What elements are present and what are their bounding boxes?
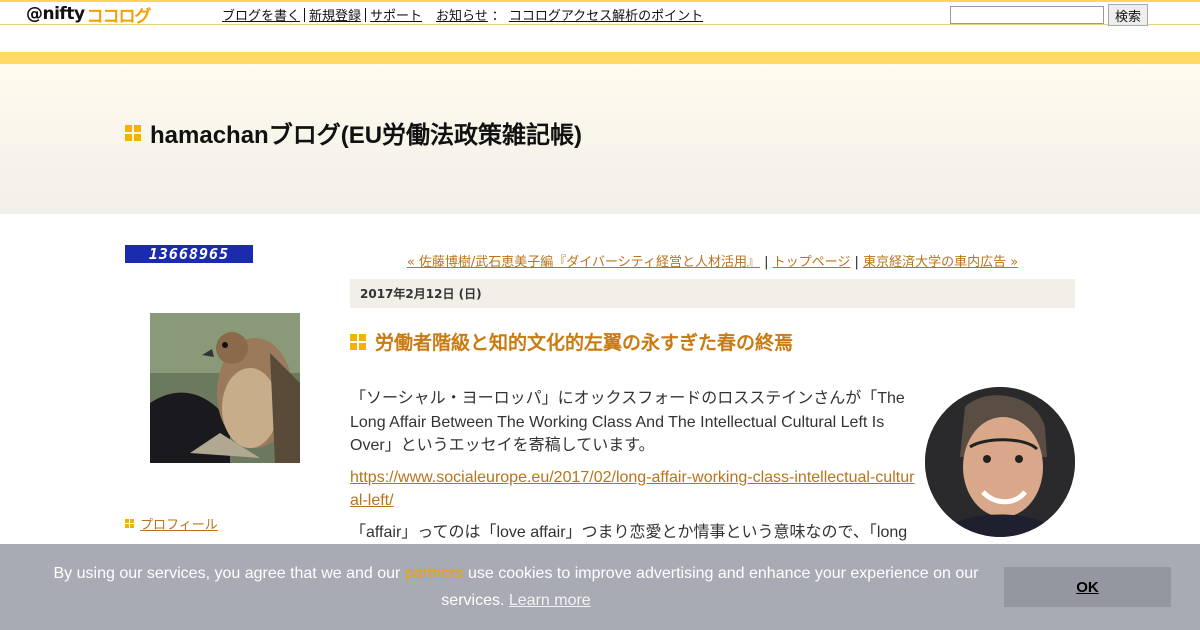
register-link[interactable]: 新規登録 — [309, 5, 361, 24]
header-stripe — [0, 52, 1200, 64]
cookie-text-before: By using our services, you agree that we… — [53, 565, 405, 582]
profile-hawk-image — [150, 313, 300, 463]
entry-body: 「ソーシャル・ヨーロッパ」にオックスフォードのロスステインさんが「The Lon… — [350, 387, 920, 552]
cookie-ok-button[interactable]: OK — [1004, 567, 1171, 607]
logo-cocolog-text: ココログ — [86, 6, 152, 27]
next-entry-link[interactable]: 東京経済大学の車内広告 » — [863, 255, 1018, 270]
cocolog-logo[interactable]: @nifty ココログ — [26, 3, 152, 27]
pager-separator: | — [850, 255, 864, 270]
entry-date: 2017年2月12日 (日) — [350, 279, 1075, 308]
cookie-consent-banner: By using our services, you agree that we… — [0, 544, 1200, 630]
entry-paragraph: 「affair」ってのは「love affair」つまり恋愛とか情事という意味な… — [350, 523, 908, 541]
profile-link[interactable]: プロフィール — [140, 514, 218, 533]
access-analysis-link[interactable]: ココログアクセス解析のポイント — [509, 5, 703, 24]
hawk-illustration — [150, 313, 300, 463]
blog-title-block: hamachanブログ(EU労働法政策雑記帳) — [125, 115, 582, 150]
learn-more-link[interactable]: Learn more — [509, 592, 591, 609]
nav-colon: ： — [491, 9, 505, 24]
portrait-illustration — [925, 387, 1075, 537]
support-link[interactable]: サポート — [370, 5, 422, 24]
top-page-link[interactable]: トップページ — [773, 255, 851, 270]
pager-separator: | — [760, 255, 773, 270]
logo-nifty-text: @nifty — [26, 4, 85, 24]
entry-title[interactable]: 労働者階級と知的文化的左翼の永すぎた春の終焉 — [375, 328, 793, 355]
search-input[interactable] — [950, 6, 1104, 24]
write-blog-link[interactable]: ブログを書く — [222, 5, 300, 24]
counter-digits: 13668965 — [148, 245, 230, 263]
nav-divider — [304, 7, 306, 22]
top-nav: ブログを書く 新規登録 サポート お知らせ ： ココログアクセス解析のポイント — [222, 5, 703, 24]
search-button[interactable]: 検索 — [1108, 4, 1148, 26]
entry-paragraph: 「ソーシャル・ヨーロッパ」にオックスフォードのロスステインさんが「The Lon… — [350, 390, 905, 454]
author-portrait-image — [925, 387, 1075, 537]
article-link[interactable]: https://www.socialeurope.eu/2017/02/long… — [350, 469, 914, 510]
partners-link[interactable]: partners — [405, 565, 464, 582]
four-squares-icon — [125, 124, 141, 141]
access-counter: 13668965 — [125, 245, 253, 263]
nav-divider — [365, 7, 367, 22]
cookie-message: By using our services, you agree that we… — [40, 560, 992, 614]
entry-pager: « 佐藤博樹/武石恵美子編『ダイバーシティ経営と人材活用』 | トップページ |… — [350, 251, 1075, 270]
profile-link-block: プロフィール — [125, 514, 218, 533]
entry-title-block: 労働者階級と知的文化的左翼の永すぎた春の終焉 — [350, 328, 793, 355]
prev-entry-link[interactable]: « 佐藤博樹/武石恵美子編『ダイバーシティ経営と人材活用』 — [407, 255, 760, 270]
four-squares-icon — [125, 519, 134, 528]
news-link[interactable]: お知らせ — [436, 5, 488, 24]
four-squares-icon — [350, 333, 366, 350]
nifty-top-bar: @nifty ココログ ブログを書く 新規登録 サポート お知らせ ： ココログ… — [0, 0, 1200, 27]
blog-title[interactable]: hamachanブログ(EU労働法政策雑記帳) — [150, 115, 582, 150]
